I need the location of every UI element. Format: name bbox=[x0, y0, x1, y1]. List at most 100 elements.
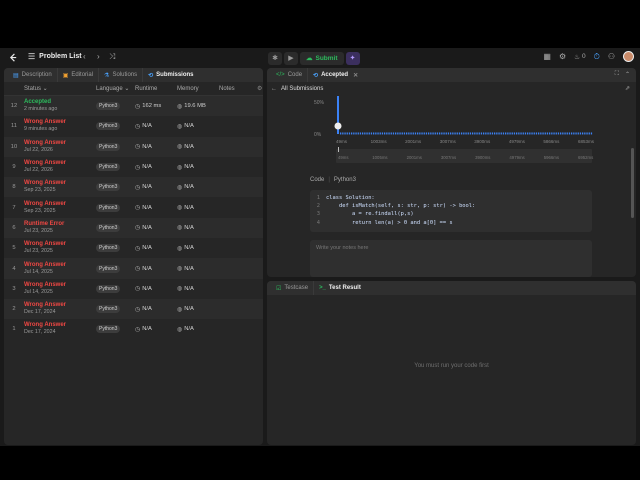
avatar[interactable] bbox=[623, 51, 634, 62]
table-row[interactable]: 3 Wrong Answer Jul 14, 2025 Python3 ◷ N/A ◍ N/A bbox=[4, 279, 263, 299]
table-header: Status ⌄ Language ⌄ Runtime Memory Notes… bbox=[4, 82, 263, 96]
status-cell[interactable]: Wrong Answer Jul 22, 2026 bbox=[24, 160, 96, 174]
leetcode-logo-icon[interactable] bbox=[9, 53, 18, 63]
notes-input[interactable]: Write your notes here bbox=[310, 240, 592, 277]
add-friend-icon[interactable]: ⚇ bbox=[608, 52, 615, 61]
tab-accepted[interactable]: ⟲ Accepted ✕ bbox=[308, 68, 363, 82]
clock-icon: ◷ bbox=[135, 225, 141, 232]
distribution-bar bbox=[373, 132, 375, 135]
clock-icon: ◷ bbox=[135, 245, 141, 252]
distribution-bar bbox=[370, 132, 373, 135]
distribution-bar bbox=[395, 132, 397, 135]
status-cell[interactable]: Wrong Answer 9 minutes ago bbox=[24, 119, 96, 133]
status-cell[interactable]: Wrong Answer Sep 23, 2025 bbox=[24, 180, 96, 194]
table-row[interactable]: 11 Wrong Answer 9 minutes ago Python3 ◷ N/A ◍ N… bbox=[4, 116, 263, 136]
tab-code[interactable]: </> Code bbox=[271, 68, 309, 82]
table-row[interactable]: 9 Wrong Answer Jul 22, 2026 Python3 ◷ N/A ◍ N/A bbox=[4, 157, 263, 177]
shuffle-icon[interactable]: ⤨ bbox=[109, 52, 115, 62]
status-cell[interactable]: Wrong Answer Dec 17, 2024 bbox=[24, 302, 96, 316]
code-icon: </> bbox=[276, 72, 285, 78]
notes-placeholder: Write your notes here bbox=[316, 245, 369, 251]
chip-icon: ◍ bbox=[177, 326, 183, 333]
scrollbar[interactable] bbox=[631, 148, 634, 218]
distribution-bar bbox=[441, 132, 443, 135]
timer-icon[interactable]: ⏱ bbox=[594, 52, 600, 62]
close-icon[interactable]: ✕ bbox=[353, 72, 358, 79]
table-row[interactable]: 7 Wrong Answer Sep 23, 2025 Python3 ◷ N/A ◍ N/A bbox=[4, 197, 263, 217]
status-cell[interactable]: Wrong Answer Jul 22, 2026 bbox=[24, 140, 96, 154]
y-tick-label: 50% bbox=[314, 100, 325, 106]
status-cell[interactable]: Wrong Answer Dec 17, 2024 bbox=[24, 322, 96, 336]
table-row[interactable]: 12 Accepted 2 minutes ago Python3 ◷ 162 ms ◍ 19… bbox=[4, 96, 263, 117]
back-to-submissions[interactable]: ← All Submissions ⇗ bbox=[267, 82, 636, 95]
distribution-bar bbox=[520, 132, 522, 135]
share-icon[interactable]: ⇗ bbox=[625, 85, 630, 92]
row-number: 5 bbox=[12, 245, 16, 252]
distribution-bar bbox=[476, 132, 478, 135]
x-tick-label: 6853ms bbox=[578, 139, 595, 144]
overview-tick-label: 6952ms bbox=[578, 155, 593, 160]
table-row[interactable]: 8 Wrong Answer Sep 23, 2025 Python3 ◷ N/A ◍ N/A bbox=[4, 177, 263, 198]
language-cell: Python3 bbox=[96, 305, 135, 314]
code-text: class Solution: bbox=[326, 195, 375, 202]
table-row[interactable]: 1 Wrong Answer Dec 17, 2024 Python3 ◷ N/A ◍ N/A bbox=[4, 319, 263, 339]
layout-icon[interactable]: ▦ bbox=[543, 52, 551, 61]
table-row[interactable]: 10 Wrong Answer Jul 22, 2026 Python3 ◷ N/A ◍ N/… bbox=[4, 136, 263, 157]
memory-value: N/A bbox=[184, 245, 194, 252]
submission-time: 9 minutes ago bbox=[24, 126, 58, 133]
distribution-bar bbox=[575, 132, 577, 135]
row-number: 9 bbox=[12, 164, 16, 171]
maximize-icon[interactable]: ⛶ bbox=[615, 71, 619, 78]
runtime-value: N/A bbox=[142, 164, 152, 171]
status-text: Wrong Answer bbox=[24, 261, 67, 268]
distribution-bar bbox=[590, 132, 593, 135]
tab-testcase[interactable]: ☑ Testcase bbox=[271, 281, 315, 295]
right-tab-bar: </> Code ⟲ Accepted ✕ bbox=[267, 68, 636, 82]
row-number: 2 bbox=[12, 306, 16, 313]
submission-time: Jul 14, 2025 bbox=[24, 288, 53, 295]
distribution-bar bbox=[412, 132, 414, 135]
tab-test-result[interactable]: >_ Test Result bbox=[314, 281, 366, 295]
table-row[interactable]: 6 Runtime Error Jul 23, 2025 Python3 ◷ N/A ◍ N/… bbox=[4, 217, 263, 239]
line-number: 4 bbox=[316, 219, 320, 226]
row-number: 4 bbox=[12, 265, 16, 272]
tab-label: Code bbox=[287, 72, 303, 78]
status-cell[interactable]: Wrong Answer Jul 14, 2025 bbox=[24, 282, 96, 296]
language-cell: Python3 bbox=[96, 183, 135, 192]
status-cell[interactable]: Wrong Answer Jul 14, 2025 bbox=[24, 262, 96, 276]
tab-editorial[interactable]: ▣ Editorial bbox=[58, 68, 100, 82]
ai-assist-button[interactable]: ✦ bbox=[345, 51, 360, 65]
debug-button[interactable]: ✱ bbox=[268, 51, 282, 65]
collapse-icon[interactable]: ⌃ bbox=[625, 71, 630, 78]
tab-solutions[interactable]: ⚗ Solutions bbox=[99, 68, 144, 82]
table-row[interactable]: 4 Wrong Answer Jul 14, 2025 Python3 ◷ N/A ◍ N/A bbox=[4, 258, 263, 279]
distribution-bar bbox=[452, 132, 454, 135]
gear-icon[interactable]: ⚙ bbox=[559, 52, 566, 61]
submissions-panel: ▤ Description ▣ Editorial ⚗ Solutions ⟲ … bbox=[4, 68, 263, 445]
distribution-bar bbox=[414, 132, 417, 135]
status-cell[interactable]: Runtime Error Jul 23, 2025 bbox=[24, 221, 96, 235]
runtime-value: 162 ms bbox=[142, 103, 162, 110]
streak-counter[interactable]: ♨ 0 bbox=[574, 53, 585, 61]
table-row[interactable]: 5 Wrong Answer Jul 23, 2025 Python3 ◷ N/A ◍ N/A bbox=[4, 238, 263, 258]
status-header[interactable]: Status ⌄ bbox=[24, 85, 96, 92]
settings-icon[interactable]: ⚙ bbox=[257, 85, 262, 92]
clock-icon: ◷ bbox=[135, 326, 141, 333]
status-cell[interactable]: Wrong Answer Sep 23, 2025 bbox=[24, 201, 96, 215]
distribution-bar bbox=[434, 132, 436, 135]
problem-list-button[interactable]: ☰ Problem List bbox=[28, 52, 82, 61]
distribution-bar bbox=[507, 132, 509, 135]
tab-submissions[interactable]: ⟲ Submissions bbox=[143, 68, 198, 82]
prev-problem-icon[interactable]: ‹ bbox=[83, 52, 86, 61]
status-cell[interactable]: Accepted 2 minutes ago bbox=[24, 99, 96, 113]
submit-button[interactable]: ☁ Submit bbox=[300, 51, 344, 65]
table-row[interactable]: 2 Wrong Answer Dec 17, 2024 Python3 ◷ N/A ◍ N/A bbox=[4, 298, 263, 320]
run-button[interactable]: ▶ bbox=[284, 51, 298, 65]
tab-label: Test Result bbox=[328, 285, 361, 291]
distribution-bar bbox=[478, 132, 480, 135]
code-label: Code bbox=[310, 177, 325, 183]
status-cell[interactable]: Wrong Answer Jul 23, 2025 bbox=[24, 241, 96, 255]
tab-description[interactable]: ▤ Description bbox=[8, 68, 58, 82]
language-header[interactable]: Language ⌄ bbox=[96, 85, 135, 92]
next-problem-icon[interactable]: › bbox=[97, 52, 100, 61]
